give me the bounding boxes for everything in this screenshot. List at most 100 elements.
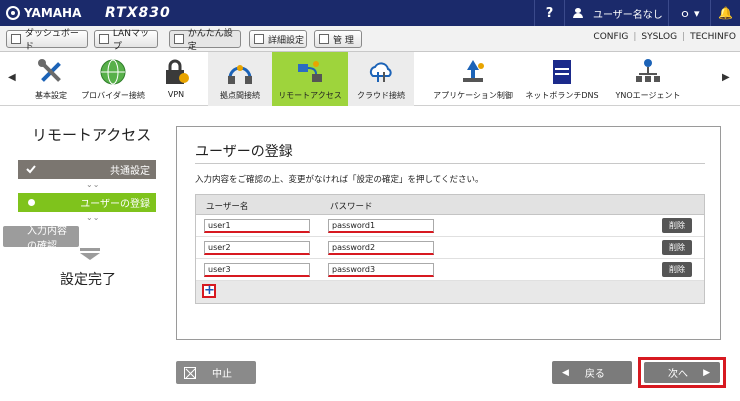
table-row: 削除 — [196, 215, 704, 237]
wrench-icon — [319, 34, 329, 44]
menu-provider-connection[interactable]: プロバイダー接続 — [80, 52, 146, 106]
table-row: 削除 — [196, 259, 704, 281]
password-input[interactable] — [328, 263, 434, 277]
table-row: 削除 — [196, 237, 704, 259]
menu-label: プロバイダー接続 — [81, 91, 145, 100]
tools-icon — [38, 59, 61, 82]
lan-map-icon — [99, 34, 109, 44]
header-links: CONFIG | SYSLOG | TECHINFO — [593, 32, 736, 42]
next-button-highlight: 次へ ▶ — [638, 357, 726, 388]
step-label: 共通設定 — [110, 166, 150, 177]
tab-lan-map[interactable]: LANマップ — [94, 29, 158, 52]
check-icon — [26, 165, 36, 174]
cloud-icon — [369, 62, 392, 82]
yamaha-mark-icon — [6, 6, 20, 20]
tab-dashboard[interactable]: ダッシュボード — [6, 29, 88, 52]
chevron-down-icon: ⌄⌄ — [86, 180, 100, 189]
config-link[interactable]: CONFIG — [593, 32, 628, 42]
separator: | — [633, 32, 637, 42]
tab-easy-setup[interactable]: かんたん設定 — [169, 29, 241, 52]
menu-netvolante-dns[interactable]: ネットボランチDNS — [524, 52, 600, 106]
cancel-label: 中止 — [212, 369, 232, 380]
menu-vpn[interactable]: VPN — [156, 52, 196, 106]
password-input[interactable] — [328, 241, 434, 255]
vpn-lock-icon — [166, 59, 189, 84]
tab-label: 詳細設定 — [268, 35, 305, 46]
cancel-button[interactable]: 中止 — [176, 361, 256, 384]
bell-icon[interactable]: 🔔 — [710, 0, 740, 26]
chevron-down-icon: ⌄⌄ — [86, 213, 100, 222]
function-icon-bar: ◀ 基本設定 プロバイダー接続 VPN 拠点間接続 リモートアクセス クラウド接… — [0, 52, 740, 106]
arrow-left-icon: ◀ — [562, 367, 569, 378]
tab-management[interactable]: 管 理 — [314, 30, 362, 48]
step-label: ユーザーの登録 — [80, 199, 150, 210]
arrow-right-icon: ▶ — [703, 367, 710, 378]
scroll-right-icon[interactable]: ▶ — [722, 72, 730, 83]
wizard-title: リモートアクセス — [32, 126, 152, 144]
menu-remote-access[interactable]: リモートアクセス — [272, 52, 348, 106]
next-button[interactable]: 次へ ▶ — [644, 362, 720, 383]
delete-button[interactable]: 削除 — [662, 262, 692, 277]
menu-label: リモートアクセス — [278, 91, 342, 100]
menu-label: 基本設定 — [35, 91, 67, 100]
yno-agent-icon — [636, 59, 660, 82]
dns-icon — [553, 60, 571, 84]
delete-button[interactable]: 削除 — [662, 218, 692, 233]
password-input[interactable] — [328, 219, 434, 233]
table-header: ユーザー名 パスワード — [196, 195, 704, 215]
divider — [195, 163, 705, 164]
step-label: 入力内容の確認 — [27, 225, 67, 252]
menu-site-to-site[interactable]: 拠点間接続 — [208, 52, 272, 106]
user-name: ユーザー名なし — [593, 9, 663, 21]
page-title: ユーザーの登録 — [195, 144, 293, 160]
help-button[interactable]: ? — [534, 0, 564, 26]
menu-application-control[interactable]: アプリケーション制御 — [430, 52, 516, 106]
separator: | — [682, 32, 686, 42]
step-confirm-input: 入力内容の確認 — [3, 226, 79, 252]
globe-icon — [100, 59, 126, 85]
down-arrow-icon — [80, 248, 100, 260]
application-control-icon — [463, 60, 484, 82]
current-step-dot-icon — [28, 199, 35, 206]
site-vpn-icon — [228, 65, 252, 84]
status-indicator[interactable]: ｏ ▾ — [668, 0, 710, 26]
tab-advanced-settings[interactable]: 詳細設定 — [249, 30, 307, 48]
menu-label: ネットボランチDNS — [525, 91, 599, 100]
yamaha-logo: YAMAHA — [6, 6, 81, 20]
menu-label: VPN — [167, 90, 185, 99]
back-label: 戻る — [584, 369, 605, 380]
tab-label: LANマップ — [112, 29, 149, 52]
username-input[interactable] — [204, 219, 310, 233]
techinfo-link[interactable]: TECHINFO — [690, 32, 736, 42]
main-tab-bar: ダッシュボード LANマップ かんたん設定 詳細設定 管 理 CONFIG | … — [0, 26, 740, 52]
username-input[interactable] — [204, 241, 310, 255]
dashboard-icon — [11, 34, 21, 44]
easy-setup-icon — [174, 34, 184, 44]
next-label: 次へ — [668, 369, 688, 380]
back-button[interactable]: ◀ 戻る — [552, 361, 632, 384]
step-user-registration: ユーザーの登録 — [18, 193, 156, 212]
user-table: ユーザー名 パスワード 削除 削除 削除 + — [195, 194, 705, 304]
username-input[interactable] — [204, 263, 310, 277]
step-complete: 設定完了 — [60, 272, 116, 288]
close-icon — [184, 366, 196, 379]
model-name: RTX830 — [105, 5, 171, 21]
step-common-settings: 共通設定 — [18, 160, 156, 179]
user-icon — [573, 8, 583, 18]
menu-label: アプリケーション制御 — [433, 91, 513, 100]
menu-label: クラウド接続 — [357, 91, 405, 100]
add-row-bar: + — [196, 281, 704, 303]
delete-button[interactable]: 削除 — [662, 240, 692, 255]
user-menu[interactable]: ユーザー名なし — [564, 0, 668, 26]
syslog-link[interactable]: SYSLOG — [641, 32, 677, 42]
menu-basic-settings[interactable]: 基本設定 — [26, 52, 76, 106]
instruction-text: 入力内容をご確認の上、変更がなければ「設定の確定」を押してください。 — [195, 175, 484, 185]
tab-label: ダッシュボード — [24, 29, 79, 52]
scroll-left-icon[interactable]: ◀ — [8, 72, 16, 83]
add-user-button[interactable]: + — [202, 284, 216, 298]
tab-label: かんたん設定 — [187, 29, 233, 52]
gear-icon — [254, 34, 264, 44]
menu-yno-agent[interactable]: YNOエージェント — [612, 52, 684, 106]
menu-label: 拠点間接続 — [220, 91, 260, 100]
menu-cloud-connection[interactable]: クラウド接続 — [348, 52, 414, 106]
